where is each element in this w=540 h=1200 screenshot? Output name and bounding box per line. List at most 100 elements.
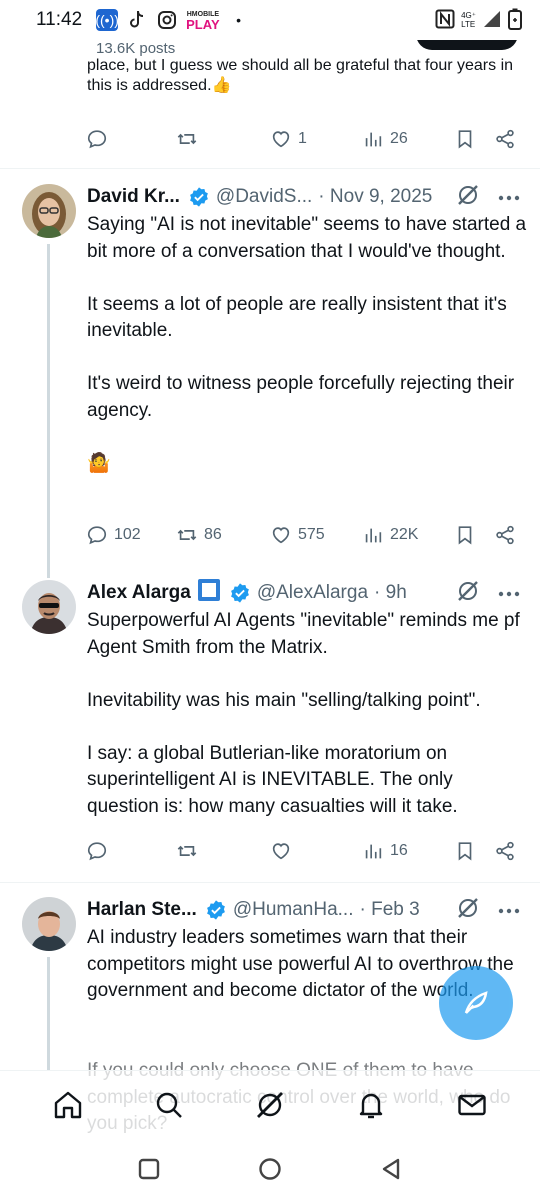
view-count: 16 xyxy=(390,842,408,859)
like-count: 575 xyxy=(298,526,325,543)
more-icon[interactable] xyxy=(498,901,520,919)
messages-icon xyxy=(457,1094,486,1115)
retweet-button[interactable] xyxy=(176,128,198,150)
tweet-text: place, but I guess we should all be grat… xyxy=(87,57,514,94)
view-count: 26 xyxy=(390,130,408,147)
status-bar: 11:42 ((•)) HMOBILE PLAY • 4G⁺ LTE xyxy=(0,0,540,40)
retweet-icon xyxy=(177,133,197,145)
heart-icon xyxy=(272,527,290,544)
share-button[interactable] xyxy=(494,840,516,862)
home-icon xyxy=(55,1091,82,1118)
views-icon xyxy=(365,528,382,543)
bookmark-button[interactable] xyxy=(454,840,476,862)
handle[interactable]: @HumanHa... xyxy=(233,899,354,921)
reply-button[interactable]: 102 xyxy=(86,524,141,546)
thread-line xyxy=(47,244,50,578)
retweet-button[interactable]: 86 xyxy=(176,524,222,546)
home-circle-icon xyxy=(259,1158,281,1180)
reply-count: 102 xyxy=(114,526,141,543)
more-icon[interactable] xyxy=(498,188,520,206)
verified-badge-icon xyxy=(229,582,251,604)
nav-messages[interactable] xyxy=(452,1085,492,1125)
display-name[interactable]: Alex Alarga xyxy=(87,582,191,604)
share-button[interactable] xyxy=(494,524,516,546)
tweet[interactable]: David Kr... @DavidS... · Nov 9, 2025 Say… xyxy=(0,170,540,578)
views-icon xyxy=(365,844,382,859)
compose-button[interactable] xyxy=(439,966,513,1040)
tweet-actions: 16 xyxy=(86,836,526,866)
reply-icon xyxy=(87,130,107,149)
dot-icon: • xyxy=(236,12,242,28)
display-name[interactable]: Harlan Ste... xyxy=(87,899,197,921)
tweet[interactable]: Alex Alarga @AlexAlarga · 9h Superpowerf… xyxy=(0,566,540,881)
view-count: 22K xyxy=(390,526,419,543)
handle[interactable]: @AlexAlarga xyxy=(257,582,368,604)
share-icon xyxy=(496,525,514,545)
reply-button[interactable] xyxy=(86,840,108,862)
handle[interactable]: @DavidS... xyxy=(216,186,312,208)
nav-notifications[interactable] xyxy=(351,1085,391,1125)
nav-home[interactable] xyxy=(48,1085,88,1125)
grok-icon[interactable] xyxy=(456,896,480,925)
signal-icon xyxy=(482,9,502,32)
tweet-text: Saying "AI is not inevitable" seems to h… xyxy=(87,214,527,474)
back-icon xyxy=(382,1158,400,1180)
bottom-nav xyxy=(0,1070,540,1138)
like-count: 1 xyxy=(298,130,307,147)
retweet-icon xyxy=(177,845,197,857)
timestamp[interactable]: · 9h xyxy=(374,582,407,604)
more-icon[interactable] xyxy=(498,584,520,602)
back-button[interactable] xyxy=(378,1156,404,1182)
search-icon xyxy=(156,1092,183,1118)
clock: 11:42 xyxy=(36,9,83,30)
bookmark-button[interactable] xyxy=(454,128,476,150)
views-icon xyxy=(365,132,382,147)
timestamp[interactable]: · Feb 3 xyxy=(360,899,420,921)
share-icon xyxy=(496,129,514,149)
display-name[interactable]: David Kr... xyxy=(87,186,180,208)
verified-badge-icon xyxy=(188,186,210,208)
timestamp[interactable]: · Nov 9, 2025 xyxy=(318,186,432,208)
nav-search[interactable] xyxy=(149,1085,189,1125)
share-button[interactable] xyxy=(494,128,516,150)
tweet-header: Alex Alarga @AlexAlarga · 9h xyxy=(87,578,407,608)
views-button[interactable]: 16 xyxy=(362,840,408,862)
square-badge-icon xyxy=(197,578,221,608)
thread-line xyxy=(47,957,50,1070)
status-right: 4G⁺ LTE xyxy=(435,8,522,33)
verified-badge-icon xyxy=(205,899,227,921)
compose-icon xyxy=(464,991,488,1014)
reply-icon xyxy=(87,526,107,545)
nfc-icon xyxy=(435,9,455,32)
recents-button[interactable] xyxy=(136,1156,162,1182)
nav-grok[interactable] xyxy=(250,1085,290,1125)
hoopla-icon: HMOBILE PLAY xyxy=(186,9,219,31)
timeline[interactable]: 13.6K posts place, but I guess we should… xyxy=(0,40,540,1070)
bookmark-button[interactable] xyxy=(454,524,476,546)
follow-button[interactable] xyxy=(416,40,518,50)
avatar[interactable] xyxy=(22,897,76,951)
like-button[interactable] xyxy=(270,840,292,862)
retweet-button[interactable] xyxy=(176,840,198,862)
lte-icon: 4G⁺ LTE xyxy=(461,11,476,29)
like-button[interactable]: 575 xyxy=(270,524,325,546)
radio-icon: ((•)) xyxy=(95,9,119,31)
instagram-icon xyxy=(156,9,178,31)
tweet-header: Harlan Ste... @HumanHa... · Feb 3 xyxy=(87,897,420,923)
avatar[interactable] xyxy=(22,184,76,238)
tiktok-icon xyxy=(126,9,148,31)
home-system-button[interactable] xyxy=(257,1156,283,1182)
battery-icon xyxy=(508,8,522,33)
grok-icon xyxy=(256,1091,283,1118)
views-button[interactable]: 26 xyxy=(362,128,408,150)
share-icon xyxy=(496,841,514,861)
tweet-actions: 102 86 575 22K xyxy=(86,520,526,550)
system-nav xyxy=(0,1138,540,1200)
avatar[interactable] xyxy=(22,580,76,634)
grok-icon[interactable] xyxy=(456,183,480,212)
bookmark-icon xyxy=(458,130,472,149)
like-button[interactable]: 1 xyxy=(270,128,307,150)
views-button[interactable]: 22K xyxy=(362,524,418,546)
grok-icon[interactable] xyxy=(456,579,480,608)
reply-button[interactable] xyxy=(86,128,108,150)
